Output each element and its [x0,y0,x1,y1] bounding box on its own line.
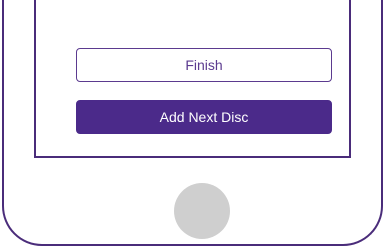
finish-button[interactable]: Finish [76,48,332,82]
home-button[interactable] [174,183,230,239]
phone-screen: Finish Add Next Disc [34,0,351,158]
add-next-disc-button[interactable]: Add Next Disc [76,100,332,134]
